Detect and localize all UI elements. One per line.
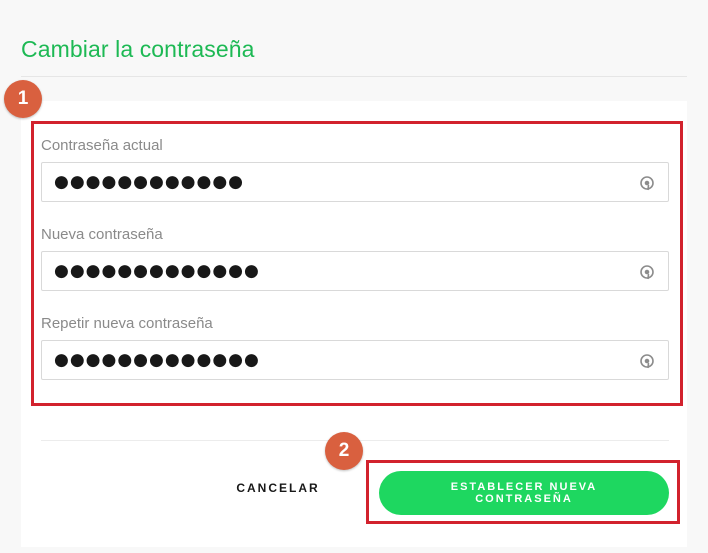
annotation-box-button [366,460,680,524]
title-divider [21,76,687,77]
annotation-badge-2: 2 [325,432,363,470]
page: Cambiar la contraseña Contraseña actual … [0,0,708,553]
annotation-badge-1: 1 [4,80,42,118]
page-title: Cambiar la contraseña [21,36,255,62]
cancel-button[interactable]: CANCELAR [222,478,334,498]
annotation-box-form [31,121,683,406]
